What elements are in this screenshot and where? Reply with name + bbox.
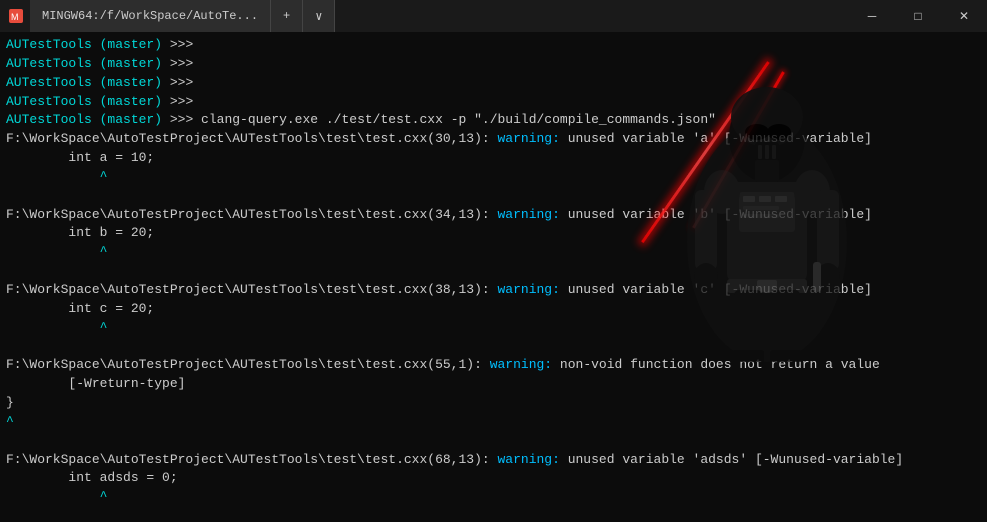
terminal-line: ^: [6, 488, 981, 507]
maximize-button[interactable]: □: [895, 0, 941, 32]
terminal-line: F:\WorkSpace\AutoTestProject\AUTestTools…: [6, 206, 981, 225]
terminal-line: int b = 20;: [6, 224, 981, 243]
add-tab-icon: +: [283, 9, 290, 23]
terminal-line: ^: [6, 243, 981, 262]
terminal-line: ^: [6, 168, 981, 187]
chevron-tab[interactable]: ∨: [303, 0, 335, 32]
terminal-line: [6, 338, 981, 357]
terminal-line: F:\WorkSpace\AutoTestProject\AUTestTools…: [6, 451, 981, 470]
terminal-line: AUTestTools (master) >>>: [6, 36, 981, 55]
terminal-line: [6, 262, 981, 281]
terminal-line: [6, 432, 981, 451]
terminal-line: int c = 20;: [6, 300, 981, 319]
terminal-line: F:\WorkSpace\AutoTestProject\AUTestTools…: [6, 356, 981, 375]
terminal-line: F:\WorkSpace\AutoTestProject\AUTestTools…: [6, 130, 981, 149]
terminal-line: [6, 507, 981, 522]
terminal-line: ^: [6, 413, 981, 432]
titlebar-tabs: MINGW64:/f/WorkSpace/AutoTe... + ∨: [30, 0, 335, 32]
terminal-line: F:\WorkSpace\AutoTestProject\AUTestTools…: [6, 281, 981, 300]
terminal-content[interactable]: AUTestTools (master) >>>AUTestTools (mas…: [0, 32, 987, 522]
terminal-window: M MINGW64:/f/WorkSpace/AutoTe... + ∨ ─ □…: [0, 0, 987, 522]
terminal-line: AUTestTools (master) >>>: [6, 74, 981, 93]
terminal-line: [6, 187, 981, 206]
terminal-line: ^: [6, 319, 981, 338]
terminal-line: AUTestTools (master) >>>: [6, 55, 981, 74]
svg-text:M: M: [11, 12, 19, 22]
minimize-button[interactable]: ─: [849, 0, 895, 32]
terminal-line: [-Wreturn-type]: [6, 375, 981, 394]
titlebar: M MINGW64:/f/WorkSpace/AutoTe... + ∨ ─ □…: [0, 0, 987, 32]
app-icon: M: [8, 8, 24, 24]
terminal-line: AUTestTools (master) >>>: [6, 93, 981, 112]
window-controls: ─ □ ✕: [849, 0, 987, 32]
terminal-line: int adsds = 0;: [6, 469, 981, 488]
terminal-lines: AUTestTools (master) >>>AUTestTools (mas…: [6, 36, 981, 522]
terminal-line: AUTestTools (master) >>> clang-query.exe…: [6, 111, 981, 130]
close-button[interactable]: ✕: [941, 0, 987, 32]
active-tab[interactable]: MINGW64:/f/WorkSpace/AutoTe...: [30, 0, 271, 32]
terminal-line: int a = 10;: [6, 149, 981, 168]
terminal-line: }: [6, 394, 981, 413]
add-tab-button[interactable]: +: [271, 0, 303, 32]
titlebar-left: M MINGW64:/f/WorkSpace/AutoTe... + ∨: [8, 0, 335, 32]
chevron-down-icon: ∨: [315, 9, 322, 24]
tab-label: MINGW64:/f/WorkSpace/AutoTe...: [42, 9, 258, 23]
